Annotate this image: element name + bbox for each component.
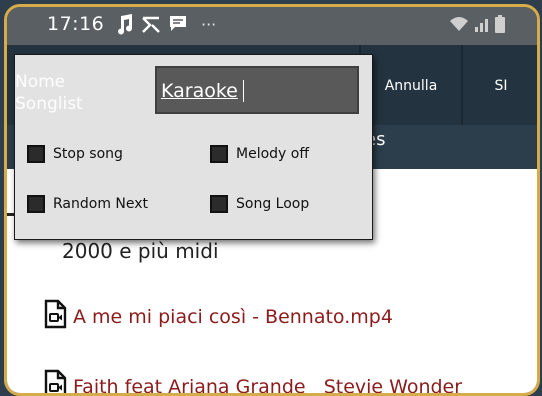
checkbox-label: Random Next bbox=[53, 196, 148, 212]
status-icons-right bbox=[449, 15, 505, 37]
list-item[interactable]: Faith feat Ariana Grande Stevie Wonder bbox=[43, 369, 462, 396]
file-name: A me mi piaci così - Bennato.mp4 bbox=[73, 306, 393, 328]
melody-off-checkbox[interactable]: Melody off bbox=[210, 145, 309, 163]
message-icon bbox=[168, 14, 188, 34]
checkbox-box bbox=[210, 195, 228, 213]
status-time: 17:16 bbox=[47, 13, 104, 35]
more-notifications: ··· bbox=[201, 15, 216, 34]
music-icon bbox=[114, 13, 134, 35]
songlist-name-field[interactable] bbox=[155, 66, 359, 114]
text-caret bbox=[243, 80, 244, 102]
checkbox-label: Melody off bbox=[236, 146, 309, 162]
songlist-name-input[interactable] bbox=[161, 78, 347, 104]
checkbox-box bbox=[27, 145, 45, 163]
list-item[interactable]: A me mi piaci così - Bennato.mp4 bbox=[43, 299, 393, 334]
checkbox-label: Stop song bbox=[53, 146, 123, 162]
wifi-icon bbox=[449, 16, 469, 36]
cancel-button[interactable]: Annulla bbox=[359, 45, 461, 127]
stop-song-checkbox[interactable]: Stop song bbox=[27, 145, 123, 163]
song-loop-checkbox[interactable]: Song Loop bbox=[210, 195, 309, 213]
songlist-name-label: Nome Songlist bbox=[15, 71, 105, 115]
signal-icon bbox=[475, 16, 489, 36]
status-icons-left: ··· bbox=[114, 13, 216, 35]
video-file-icon bbox=[43, 299, 67, 334]
checkbox-box bbox=[210, 145, 228, 163]
folder-label[interactable]: 2000 e più midi bbox=[62, 239, 219, 263]
checkbox-label: Song Loop bbox=[236, 196, 309, 212]
shuffle-icon bbox=[141, 13, 161, 35]
songlist-dialog: Nome Songlist Stop song Melody off Rando… bbox=[14, 54, 373, 240]
video-file-icon bbox=[43, 369, 67, 396]
device-frame: 17:16 ··· Annulla SI bbox=[4, 4, 540, 396]
checkbox-box bbox=[27, 195, 45, 213]
status-bar: 17:16 ··· bbox=[7, 7, 537, 45]
confirm-button[interactable]: SI bbox=[461, 45, 539, 127]
battery-icon bbox=[495, 15, 505, 37]
random-next-checkbox[interactable]: Random Next bbox=[27, 195, 148, 213]
file-name: Faith feat Ariana Grande Stevie Wonder bbox=[73, 376, 462, 396]
